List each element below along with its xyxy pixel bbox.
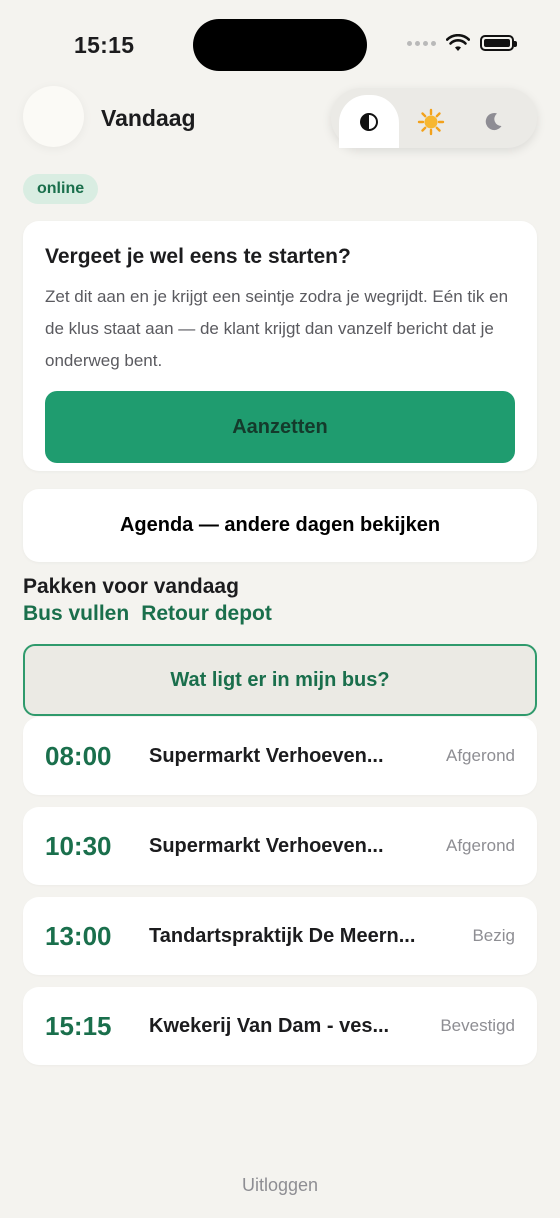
fill-bus-link[interactable]: Bus vullen [23, 602, 129, 626]
card-title: Vergeet je wel eens te starten? [45, 245, 351, 268]
list-item[interactable]: 15:15 Kwekerij Van Dam - ves... Bevestig… [23, 987, 537, 1065]
job-name: Tandartspraktijk De Meern... [149, 924, 416, 947]
theme-dark-button[interactable] [463, 95, 523, 148]
theme-switch[interactable] [331, 88, 537, 148]
wifi-icon [446, 34, 470, 51]
theme-auto-button[interactable] [339, 95, 399, 148]
list-item[interactable]: 10:30 Supermarkt Verhoeven... Afgerond [23, 807, 537, 885]
bus-contents-button[interactable]: Wat ligt er in mijn bus? [23, 644, 537, 716]
job-time: 13:00 [45, 920, 112, 951]
list-item[interactable]: 13:00 Tandartspraktijk De Meern... Bezig [23, 897, 537, 975]
avatar[interactable] [23, 86, 84, 147]
page-title: Vandaag [101, 105, 196, 131]
agenda-button[interactable]: Agenda — andere dagen bekijken [23, 489, 537, 562]
job-time: 10:30 [45, 830, 112, 861]
status-badge: online [23, 174, 99, 204]
contrast-icon [360, 112, 378, 131]
job-status: Bevestigd [440, 1016, 515, 1035]
job-status: Afgerond [446, 836, 515, 855]
battery-icon [480, 35, 517, 51]
job-name: Kwekerij Van Dam - ves... [149, 1014, 390, 1037]
cellular-signal-icon [407, 40, 436, 46]
logout-link[interactable]: Uitloggen [0, 1175, 560, 1196]
return-depot-link[interactable]: Retour depot [141, 602, 272, 626]
sun-icon [417, 108, 445, 135]
job-name: Supermarkt Verhoeven... [149, 834, 384, 857]
auto-start-card: Vergeet je wel eens te starten? Zet dit … [23, 221, 537, 471]
section-title: Pakken voor vandaag [23, 575, 239, 598]
packing-links: Bus vullen Retour depot [23, 602, 272, 626]
status-icons [407, 34, 517, 52]
dynamic-island [193, 19, 367, 71]
status-time: 15:15 [74, 32, 135, 58]
theme-light-button[interactable] [401, 95, 461, 148]
list-item[interactable]: 08:00 Supermarkt Verhoeven... Afgerond [23, 717, 537, 795]
enable-button[interactable]: Aanzetten [45, 391, 515, 463]
job-status: Bezig [472, 926, 515, 945]
job-time: 08:00 [45, 740, 112, 771]
job-name: Supermarkt Verhoeven... [149, 744, 384, 767]
job-time: 15:15 [45, 1010, 112, 1041]
status-bar: 15:15 [0, 0, 560, 80]
moon-icon [485, 112, 502, 130]
job-status: Afgerond [446, 746, 515, 765]
card-body: Zet dit aan en je krijgt een seintje zod… [45, 287, 509, 370]
